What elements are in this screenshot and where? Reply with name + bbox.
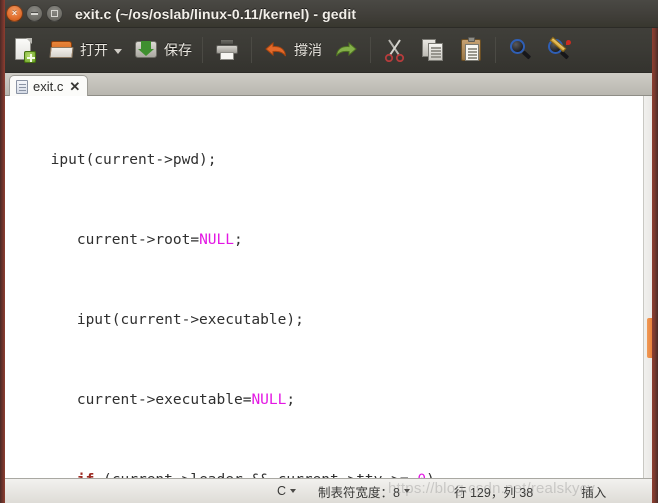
save-icon xyxy=(132,36,160,64)
search-icon xyxy=(506,36,534,64)
open-folder-icon xyxy=(48,36,76,64)
print-icon xyxy=(213,36,241,64)
code-line: if (current->leader && current->tty >= 0… xyxy=(7,470,635,478)
copy-icon xyxy=(419,36,447,64)
maximize-window-button[interactable] xyxy=(46,5,63,22)
file-icon xyxy=(16,79,28,94)
new-document-icon xyxy=(10,36,38,64)
tab-exit-c[interactable]: exit.c ✕ xyxy=(9,75,89,97)
code-line: iput(current->pwd); xyxy=(7,152,217,168)
window-border-right xyxy=(652,28,658,503)
tab-width-label: 制表符宽度：8 xyxy=(318,485,400,500)
paste-icon xyxy=(457,36,485,64)
minimize-window-button[interactable] xyxy=(26,5,43,22)
code-content: iput(current->pwd); current->root=NULL; … xyxy=(5,96,635,478)
window-border-left xyxy=(0,0,5,503)
chevron-down-icon[interactable] xyxy=(403,489,410,493)
redo-button[interactable] xyxy=(327,30,365,70)
toolbar: 打开 保存 撐消 xyxy=(5,28,652,73)
toolbar-separator-3 xyxy=(370,37,371,63)
cut-button[interactable] xyxy=(376,30,414,70)
tab-label: exit.c xyxy=(33,79,64,94)
insert-mode-indicator: 插入 xyxy=(581,485,607,500)
chevron-down-icon[interactable] xyxy=(114,48,122,54)
open-button-label: 打开 xyxy=(80,42,108,58)
cut-icon xyxy=(381,36,409,64)
paste-button[interactable] xyxy=(452,30,490,70)
titlebar: × exit.c (~/os/oslab/linux-0.11/kernel) … xyxy=(0,0,658,28)
cursor-position: 行 129，列 38 xyxy=(453,485,534,500)
tab-width-selector[interactable]: 制表符宽度：8 xyxy=(318,482,410,501)
code-editor[interactable]: iput(current->pwd); current->root=NULL; … xyxy=(5,96,652,478)
chevron-down-icon[interactable] xyxy=(290,489,297,493)
new-document-button[interactable] xyxy=(5,30,43,70)
find-button[interactable] xyxy=(501,30,539,70)
minimize-icon xyxy=(31,12,38,15)
gedit-window: × exit.c (~/os/oslab/linux-0.11/kernel) … xyxy=(0,0,658,503)
close-icon: × xyxy=(11,8,18,18)
undo-button-label: 撐消 xyxy=(294,42,322,58)
window-title: exit.c (~/os/oslab/linux-0.11/kernel) - … xyxy=(75,5,357,22)
undo-icon xyxy=(262,36,290,64)
find-replace-icon xyxy=(544,36,572,64)
tab-bar: exit.c ✕ xyxy=(5,73,652,97)
print-button[interactable] xyxy=(208,30,246,70)
copy-button[interactable] xyxy=(414,30,452,70)
save-button[interactable]: 保存 xyxy=(127,30,197,70)
toolbar-separator-4 xyxy=(495,37,496,63)
tab-close-icon[interactable]: ✕ xyxy=(69,80,80,93)
open-button[interactable]: 打开 xyxy=(43,30,127,70)
language-label: C xyxy=(277,484,287,498)
redo-icon xyxy=(332,36,360,64)
undo-button[interactable]: 撐消 xyxy=(257,30,327,70)
save-button-label: 保存 xyxy=(164,42,192,58)
code-line: iput(current->executable); xyxy=(7,312,304,328)
toolbar-separator xyxy=(202,37,203,63)
code-line: current->root=NULL; xyxy=(7,232,243,248)
statusbar: C 制表符宽度：8 行 129，列 38 插入 xyxy=(5,478,652,503)
code-line: current->executable=NULL; xyxy=(7,392,296,408)
window-controls: × xyxy=(6,5,63,22)
maximize-icon xyxy=(51,10,58,17)
replace-button[interactable] xyxy=(539,30,577,70)
toolbar-separator-2 xyxy=(251,37,252,63)
language-selector[interactable]: C xyxy=(277,484,297,498)
close-window-button[interactable]: × xyxy=(6,5,23,22)
